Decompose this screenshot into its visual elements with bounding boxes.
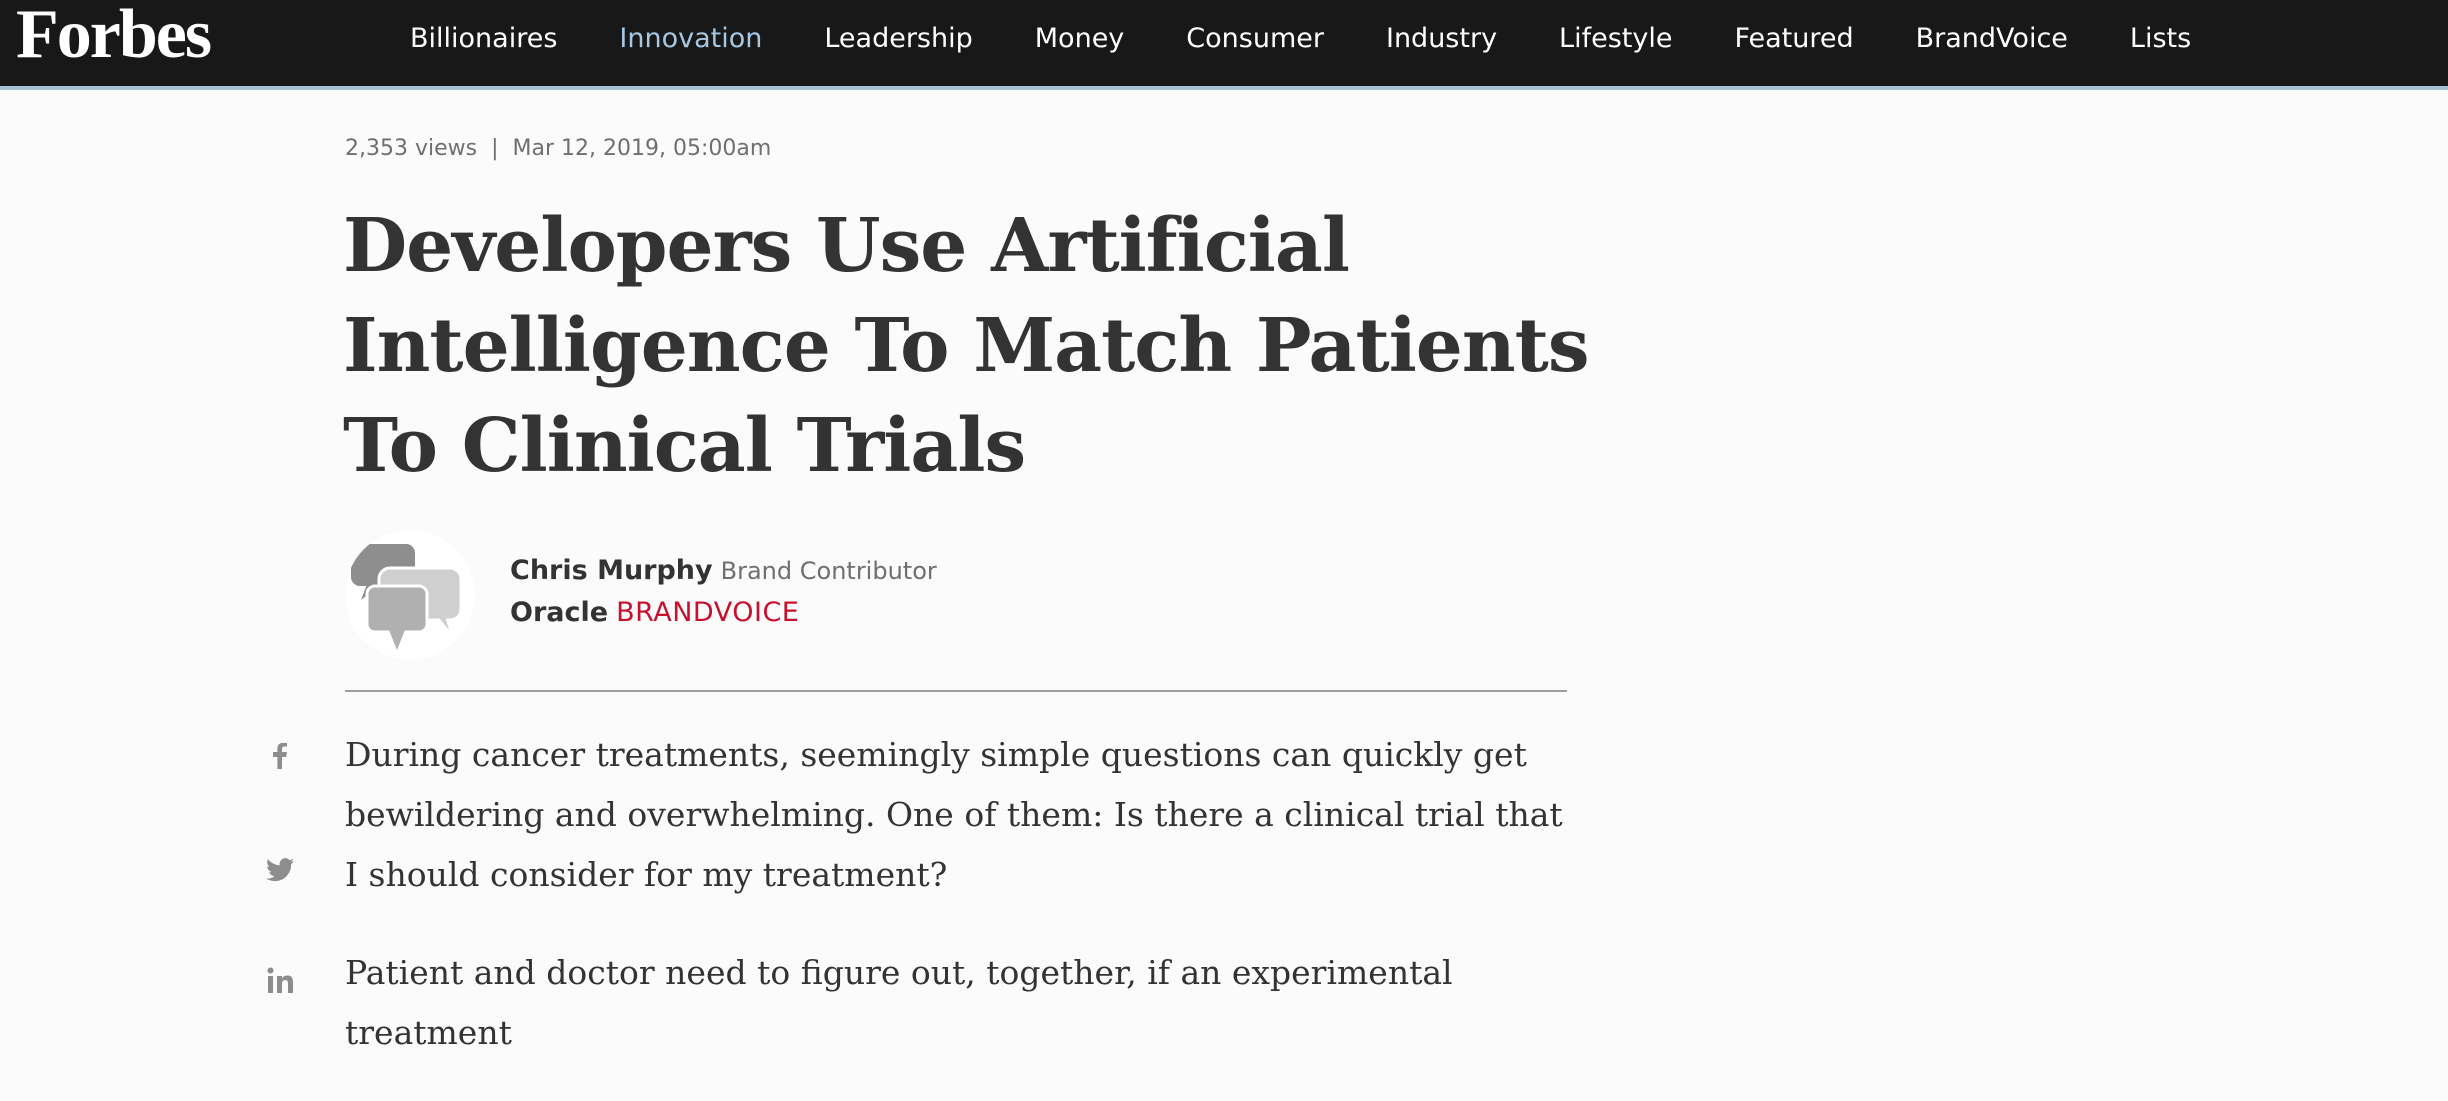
article-paragraph: Patient and doctor need to figure out, t…: [345, 953, 1453, 1052]
nav-item-money[interactable]: Money: [1035, 23, 1125, 54]
top-navigation-bar: Forbes Billionaires Innovation Leadershi…: [0, 0, 2448, 90]
nav-item-industry[interactable]: Industry: [1386, 23, 1497, 54]
author-line: Chris Murphy Brand Contributor: [510, 555, 937, 586]
chat-bubbles-icon: [351, 544, 463, 650]
nav-item-leadership[interactable]: Leadership: [824, 23, 972, 54]
main-nav: Billionaires Innovation Leadership Money…: [410, 0, 2253, 76]
forbes-logo[interactable]: Forbes: [16, 0, 212, 70]
nav-item-innovation[interactable]: Innovation: [619, 23, 762, 54]
facebook-icon[interactable]: [265, 736, 295, 776]
nav-item-brandvoice[interactable]: BrandVoice: [1916, 23, 2068, 54]
publish-date: Mar 12, 2019, 05:00am: [512, 136, 772, 161]
view-count: 2,353 views: [345, 136, 478, 161]
brandvoice-tag[interactable]: BRANDVOICE: [616, 597, 799, 628]
brand-name[interactable]: Oracle: [510, 597, 608, 628]
article-title: Developers Use Artificial Intelligence T…: [343, 203, 1590, 489]
nav-item-lifestyle[interactable]: Lifestyle: [1559, 23, 1672, 54]
nav-item-featured[interactable]: Featured: [1734, 23, 1853, 54]
twitter-icon[interactable]: [265, 850, 295, 890]
nav-item-lists[interactable]: Lists: [2130, 23, 2191, 54]
author-avatar[interactable]: [345, 530, 475, 660]
article-meta: 2,353 views | Mar 12, 2019, 05:00am: [345, 136, 771, 161]
article-paragraph: During cancer treatments, seemingly simp…: [345, 735, 1563, 894]
brand-line: Oracle BRANDVOICE: [510, 597, 799, 628]
author-name[interactable]: Chris Murphy: [510, 555, 713, 586]
author-divider: [345, 690, 1567, 692]
nav-item-consumer[interactable]: Consumer: [1186, 23, 1324, 54]
nav-item-billionaires[interactable]: Billionaires: [410, 23, 557, 54]
article-body: During cancer treatments, seemingly simp…: [345, 725, 1585, 1101]
linkedin-icon[interactable]: [265, 960, 295, 1000]
meta-separator: |: [491, 136, 499, 161]
author-role: Brand Contributor: [720, 557, 937, 585]
